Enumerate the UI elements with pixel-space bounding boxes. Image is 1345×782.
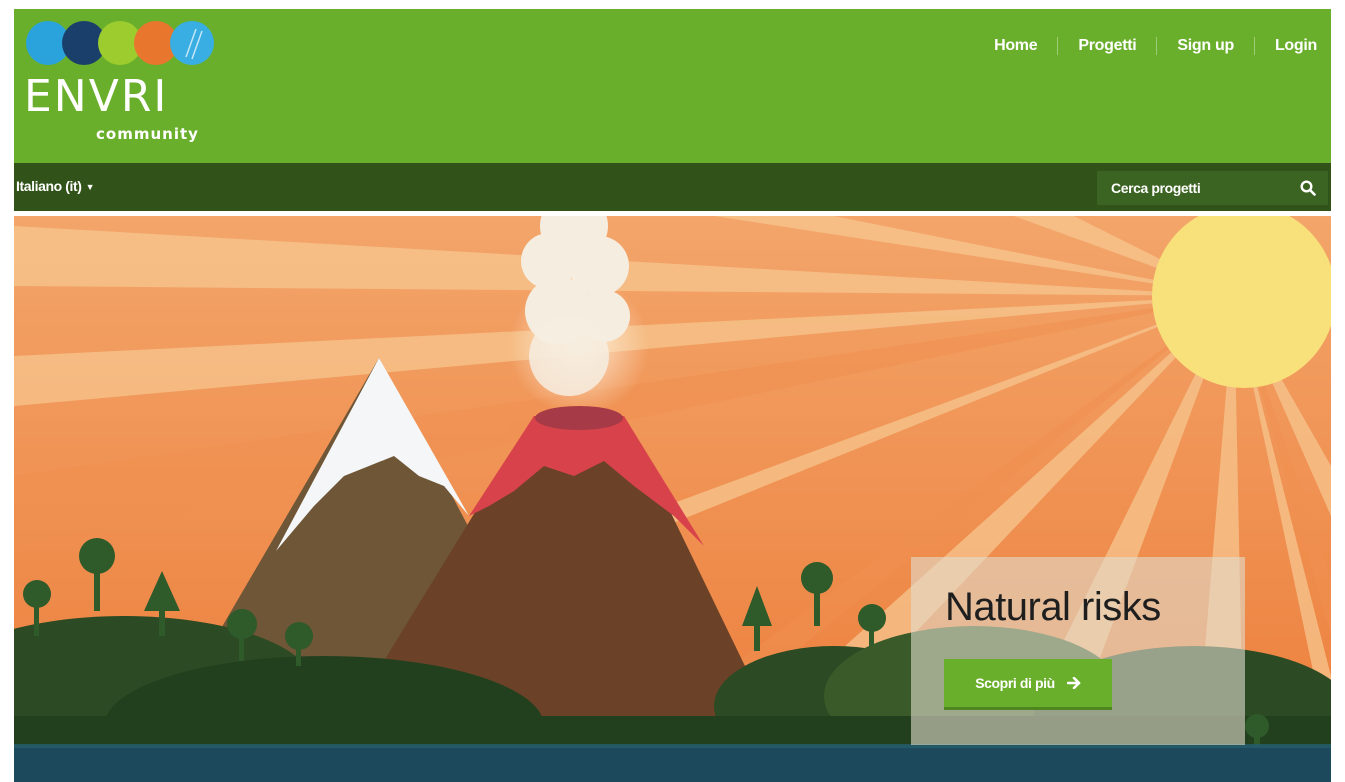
logo-dots-icon — [26, 21, 214, 65]
learn-more-label: Scopri di più — [975, 675, 1055, 691]
arrow-right-icon — [1066, 677, 1081, 689]
search-input[interactable] — [1097, 171, 1287, 205]
project-search — [1097, 171, 1328, 205]
language-label: Italiano (it) — [16, 178, 82, 194]
language-dropdown[interactable]: Italiano (it) ▼ — [16, 178, 94, 194]
hero-callout: Natural risks Scopri di più — [911, 557, 1245, 745]
nav-login-link[interactable]: Login — [1255, 37, 1317, 55]
nav-progetti-link[interactable]: Progetti — [1058, 37, 1156, 55]
hero-banner: Natural risks Scopri di più — [14, 216, 1331, 782]
hero-title: Natural risks — [945, 585, 1161, 629]
nav-signup-link[interactable]: Sign up — [1157, 37, 1254, 55]
search-button[interactable] — [1287, 171, 1328, 205]
main-nav: Home Progetti Sign up Login — [974, 37, 1317, 55]
nav-home-link[interactable]: Home — [974, 37, 1057, 55]
envri-logo[interactable]: ENVRI community — [24, 17, 224, 157]
logo-subtitle: community — [96, 125, 199, 143]
logo-wordmark: ENVRI — [24, 71, 169, 122]
site-header: ENVRI community Home Progetti Sign up Lo… — [14, 9, 1331, 163]
learn-more-button[interactable]: Scopri di più — [944, 659, 1112, 707]
page-frame: ENVRI community Home Progetti Sign up Lo… — [14, 9, 1331, 782]
search-icon — [1299, 180, 1316, 196]
secondary-bar: Italiano (it) ▼ — [14, 163, 1331, 211]
caret-down-icon: ▼ — [85, 182, 95, 193]
